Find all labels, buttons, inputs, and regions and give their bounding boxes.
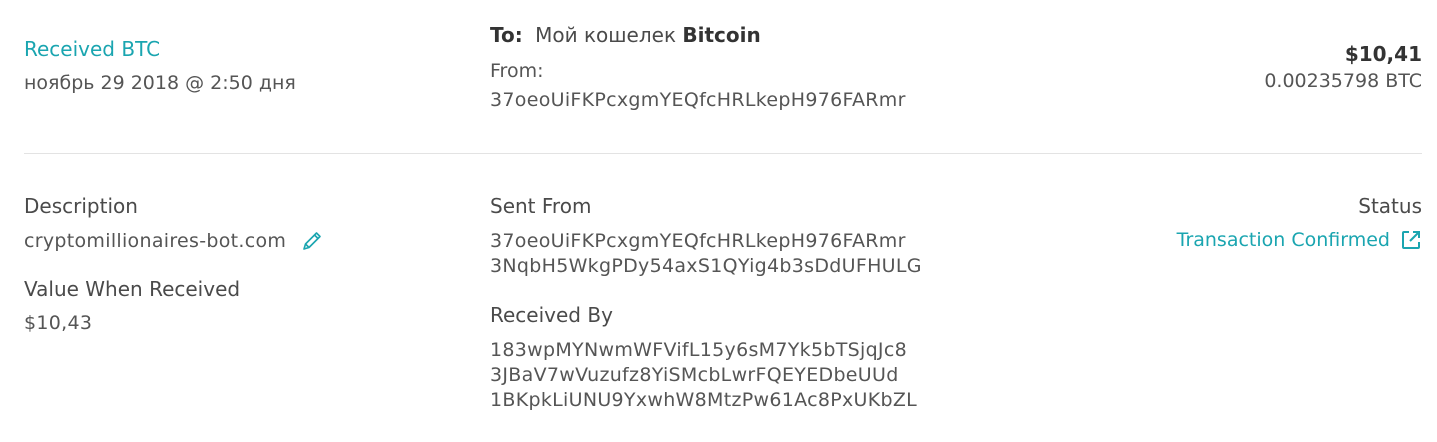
sent-from-address: 37oeoUiFKPcxgmYEQfcHRLkepH976FARmr: [490, 230, 906, 252]
received-by-list: 183wpMYNwmWFVifL15y6sM7Yk5bTSjqJc8 3JBaV…: [490, 338, 917, 413]
sent-from-address: 3NqbH5WkgPDy54axS1QYig4b3sDdUFHULG: [490, 255, 922, 277]
sent-from-list: 37oeoUiFKPcxgmYEQfcHRLkepH976FARmr 3NqbH…: [490, 229, 922, 279]
value-received-label: Value When Received: [24, 277, 241, 301]
received-by-address: 1BKpkLiUNU9YxwhW8MtzPw61Ac8PxUKbZL: [490, 389, 918, 411]
pencil-icon[interactable]: [300, 229, 324, 253]
received-by-address: 3JBaV7wVuzufz8YiSMcbLwrFQEYEDbeUUd: [490, 364, 899, 386]
description-value: cryptomillionaires-bot.com: [24, 230, 287, 252]
received-by-address: 183wpMYNwmWFVifL15y6sM7Yk5bTSjqJc8: [490, 339, 907, 361]
amount-btc: 0.00235798 BTC: [1264, 70, 1422, 92]
to-label: To:: [490, 23, 523, 47]
value-received: $10,43: [24, 312, 93, 334]
received-by-label: Received By: [490, 303, 613, 327]
to-line: To: Мой кошелек Bitcoin: [490, 23, 761, 47]
status-label: Status: [1358, 194, 1422, 218]
to-wallet-prefix: Мой кошелек: [535, 23, 677, 47]
description-label: Description: [24, 194, 138, 218]
transaction-date: ноябрь 29 2018 @ 2:50 дня: [24, 72, 296, 94]
divider: [24, 153, 1422, 154]
from-address: 37oeoUiFKPcxgmYEQfcHRLkepH976FARmr: [490, 89, 906, 111]
status-link[interactable]: Transaction Confirmed: [1177, 229, 1422, 251]
amount-usd: $10,41: [1344, 42, 1422, 66]
from-label: From:: [490, 60, 544, 82]
external-link-icon[interactable]: [1400, 229, 1422, 251]
transaction-type: Received BTC: [24, 37, 161, 61]
description-value-row: cryptomillionaires-bot.com: [24, 229, 324, 253]
sent-from-label: Sent From: [490, 194, 592, 218]
to-wallet-currency: Bitcoin: [682, 23, 761, 47]
status-value[interactable]: Transaction Confirmed: [1177, 229, 1390, 251]
